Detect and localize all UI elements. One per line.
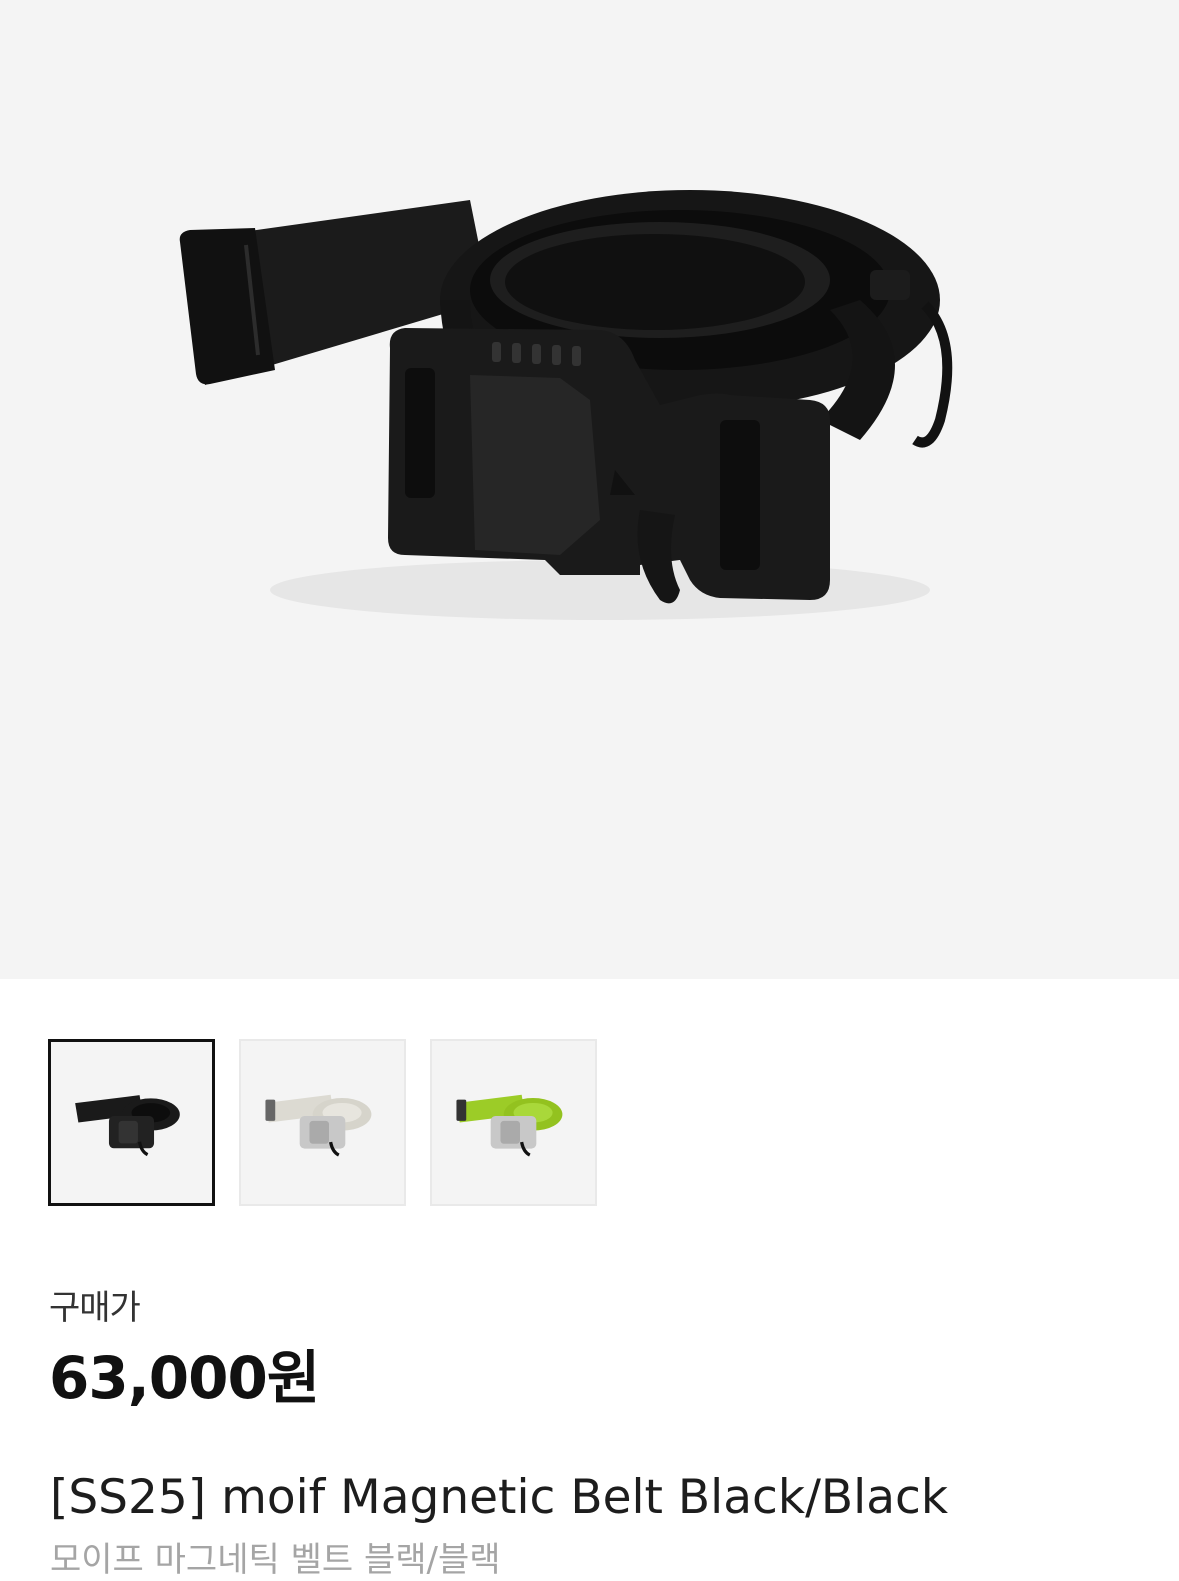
product-price: 63,000원 <box>49 1344 320 1412</box>
belt-lime-thumbnail-image <box>456 1094 563 1157</box>
belt-black-thumbnail[interactable] <box>48 1039 215 1206</box>
price-label: 구매가 <box>49 1288 141 1328</box>
product-title: [SS25] moif Magnetic Belt Black/Black <box>50 1470 949 1525</box>
product-subtitle: 모이프 마그네틱 벨트 블랙/블랙 <box>50 1540 501 1580</box>
belt-black-thumbnail-image <box>75 1095 180 1157</box>
belt-photo-illustration <box>179 190 953 620</box>
belt-lime-thumbnail[interactable] <box>430 1039 597 1206</box>
belt-ivory-thumbnail-image <box>265 1094 372 1157</box>
product-main-image[interactable] <box>0 0 1179 979</box>
thumbnail-gallery <box>48 1039 597 1206</box>
belt-ivory-thumbnail[interactable] <box>239 1039 406 1206</box>
